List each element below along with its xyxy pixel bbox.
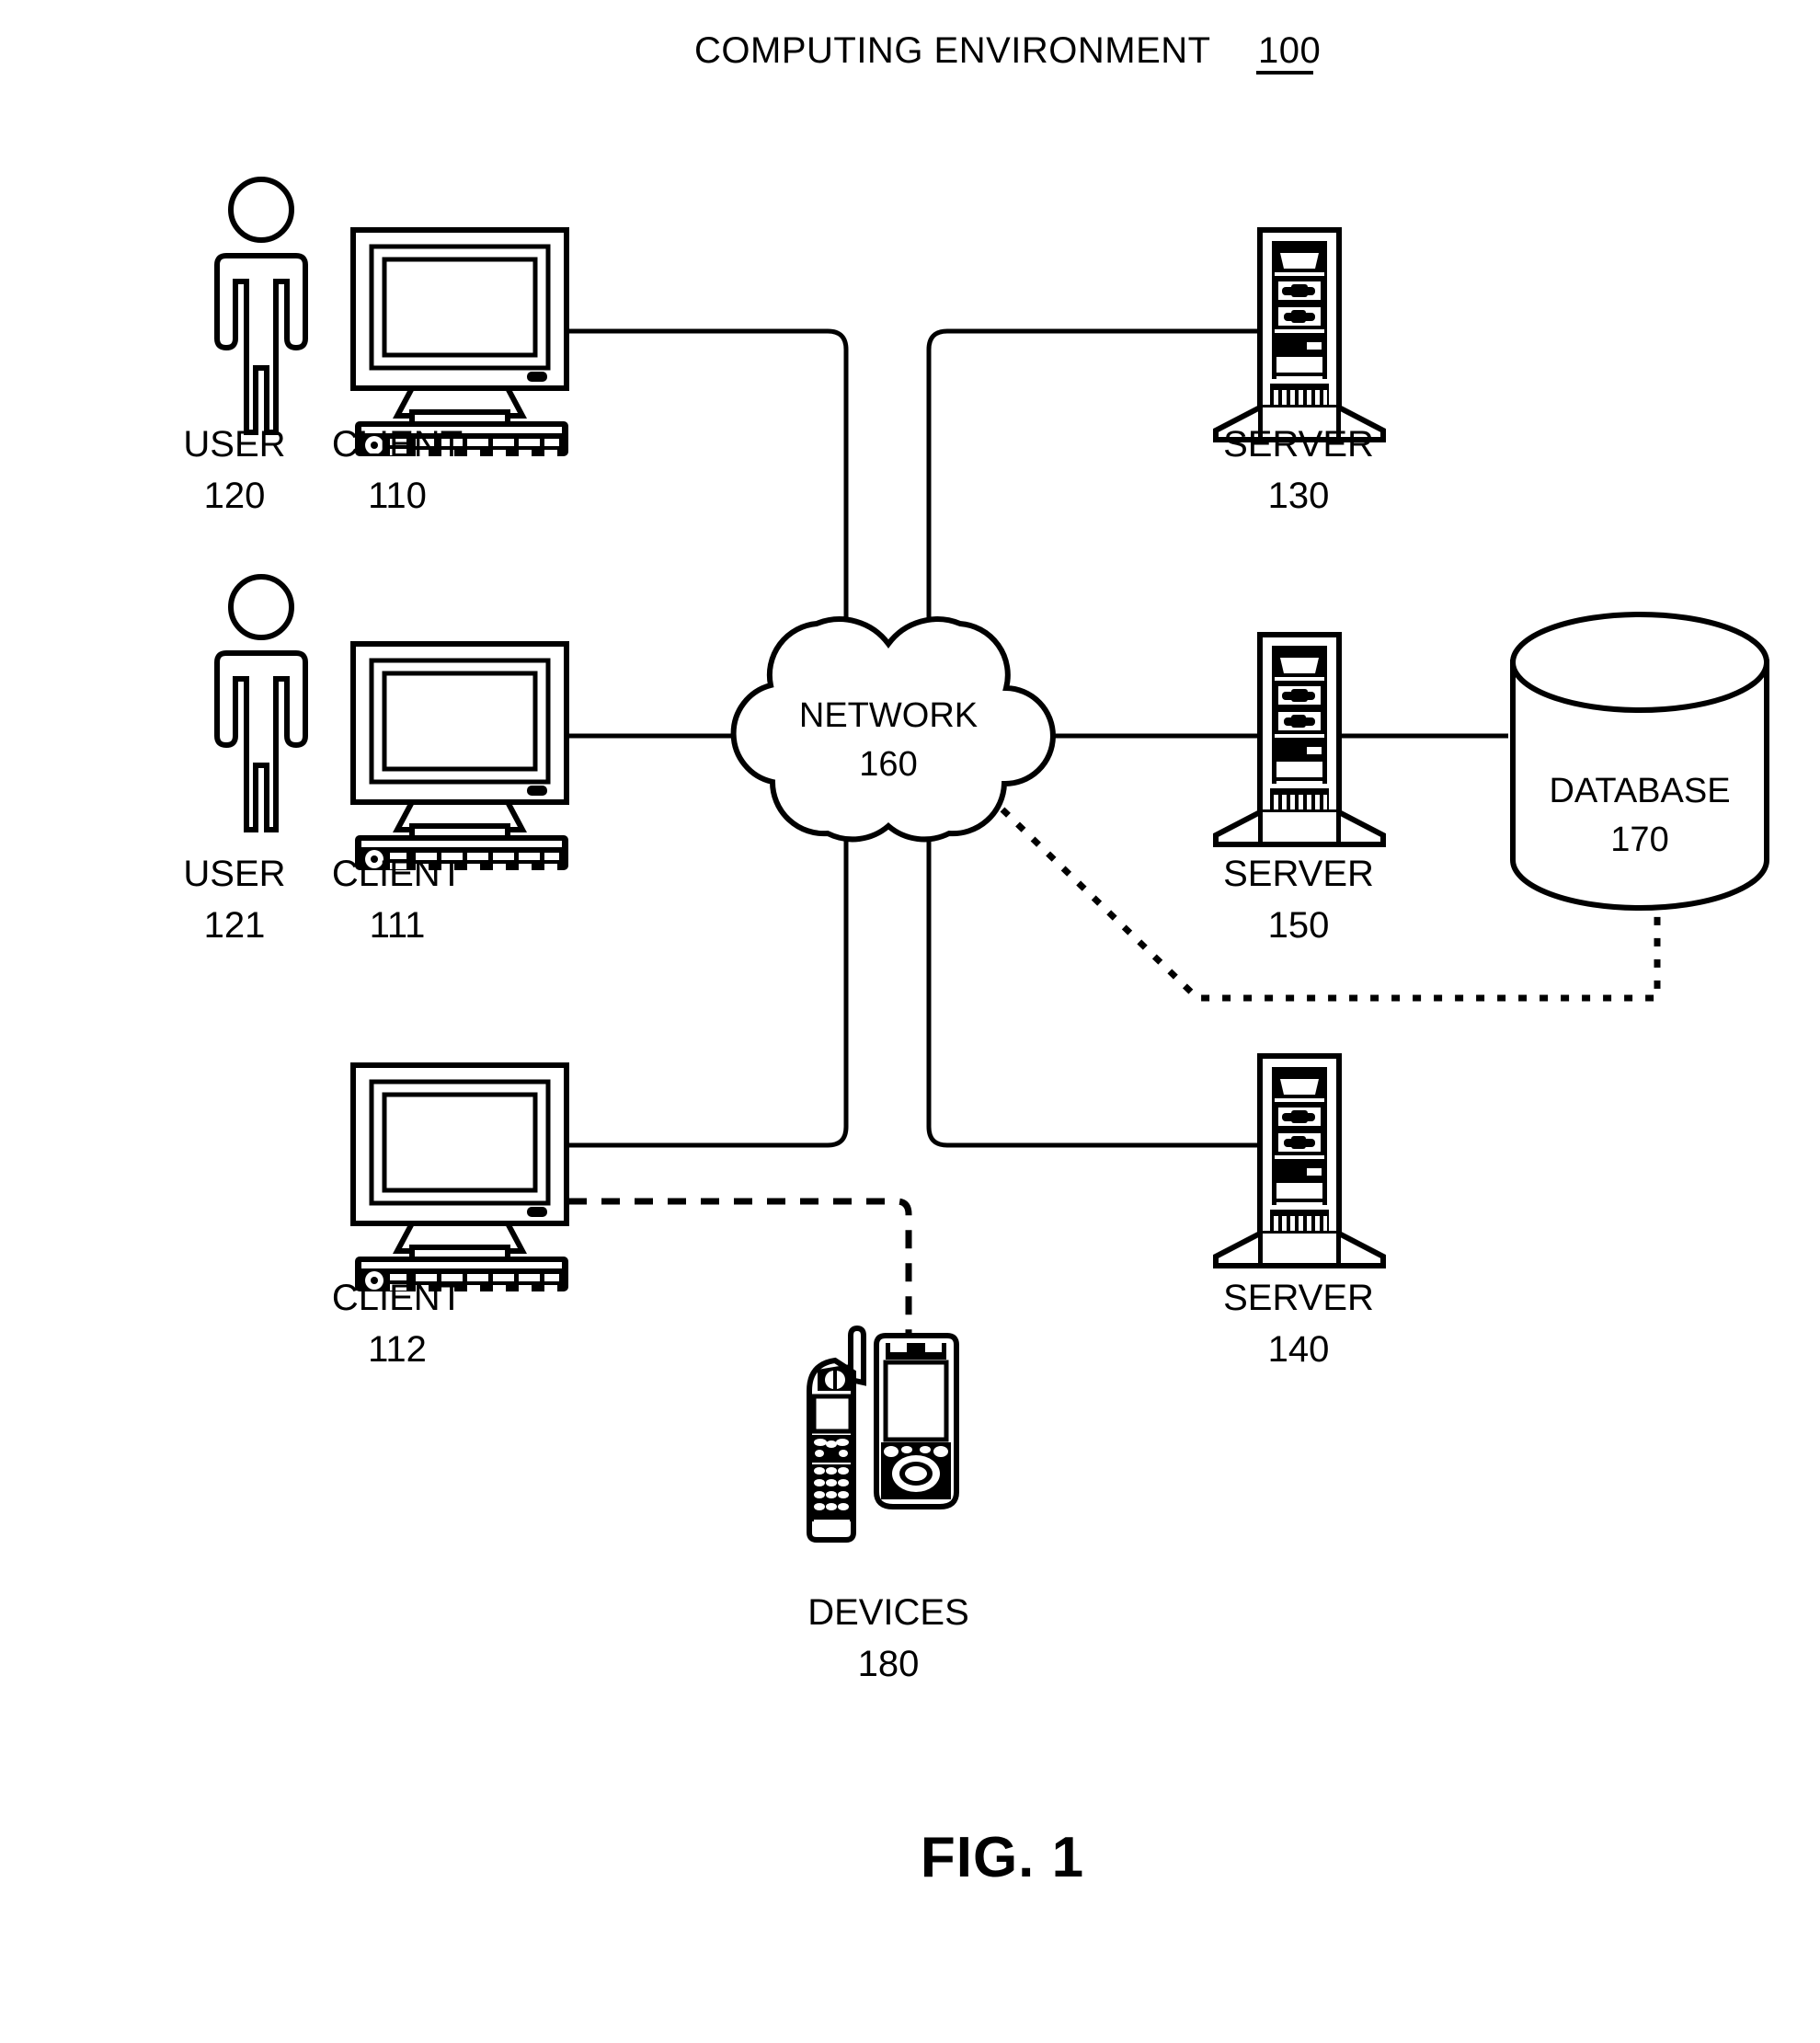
node-label-user-120: USER bbox=[183, 424, 285, 465]
figure-title-label: COMPUTING ENVIRONMENT bbox=[694, 30, 1211, 71]
node-number-user-121: 121 bbox=[204, 905, 266, 946]
node-label-user-121: USER bbox=[183, 854, 285, 894]
node-label-client-112: CLIENT bbox=[332, 1278, 463, 1318]
node-label-database-170: DATABASE bbox=[1549, 772, 1730, 810]
node-number-server-140: 140 bbox=[1268, 1329, 1330, 1370]
node-devices-180[interactable]: DEVICES 180 bbox=[807, 1325, 969, 1684]
node-server-130[interactable]: SERVER 130 bbox=[1213, 227, 1386, 516]
node-number-user-120: 120 bbox=[204, 476, 266, 516]
node-number-client-112: 112 bbox=[368, 1329, 427, 1370]
node-client-112[interactable]: CLIENT 112 bbox=[332, 1062, 569, 1370]
node-number-client-111: 111 bbox=[370, 905, 426, 946]
patent-figure-canvas: COMPUTING ENVIRONMENT 100 USER 120 CLIEN… bbox=[183, 30, 1769, 1889]
node-label-client-110: CLIENT bbox=[332, 424, 463, 465]
mobile-phone-icon bbox=[807, 1325, 866, 1543]
desktop-computer-icon bbox=[350, 1062, 569, 1292]
node-number-server-150: 150 bbox=[1268, 905, 1330, 946]
desktop-computer-icon bbox=[350, 641, 569, 871]
desktop-computer-icon bbox=[350, 227, 569, 457]
node-client-111[interactable]: CLIENT 111 bbox=[332, 641, 569, 946]
node-client-110[interactable]: CLIENT 110 bbox=[332, 227, 569, 516]
server-tower-icon bbox=[1213, 227, 1386, 442]
node-label-client-111: CLIENT bbox=[332, 854, 463, 894]
node-label-network-160: NETWORK bbox=[799, 696, 978, 735]
node-label-server-140: SERVER bbox=[1223, 1278, 1374, 1318]
connection-client110-to-network bbox=[568, 328, 849, 635]
connection-network-to-server130 bbox=[926, 328, 1299, 635]
figure-page: COMPUTING ENVIRONMENT 100 USER 120 CLIEN… bbox=[0, 0, 1820, 2043]
connection-client112-to-devices180-dashed bbox=[568, 1198, 912, 1336]
mobile-devices-icon bbox=[807, 1325, 959, 1543]
node-number-database-170: 170 bbox=[1610, 821, 1668, 859]
database-cylinder-icon bbox=[1510, 612, 1769, 911]
server-tower-icon bbox=[1213, 632, 1386, 847]
node-number-devices-180: 180 bbox=[858, 1644, 920, 1684]
node-label-server-130: SERVER bbox=[1223, 424, 1374, 465]
node-number-client-110: 110 bbox=[368, 476, 427, 516]
node-label-devices-180: DEVICES bbox=[807, 1592, 969, 1633]
node-database-170[interactable]: DATABASE 170 bbox=[1510, 612, 1769, 911]
node-number-server-130: 130 bbox=[1268, 476, 1330, 516]
node-server-150[interactable]: SERVER 150 bbox=[1213, 632, 1386, 946]
person-icon bbox=[214, 177, 308, 435]
person-icon bbox=[214, 574, 308, 832]
connection-lines bbox=[568, 328, 1661, 1336]
connection-client112-to-network bbox=[568, 828, 849, 1148]
node-user-120[interactable]: USER 120 bbox=[183, 177, 308, 516]
node-server-140[interactable]: SERVER 140 bbox=[1213, 1053, 1386, 1370]
node-number-network-160: 160 bbox=[859, 745, 917, 784]
server-tower-icon bbox=[1213, 1053, 1386, 1268]
figure-caption: FIG. 1 bbox=[921, 1826, 1084, 1889]
node-label-server-150: SERVER bbox=[1223, 854, 1374, 894]
figure-title-number: 100 bbox=[1258, 30, 1321, 71]
pda-icon bbox=[874, 1333, 959, 1509]
node-network-160[interactable]: NETWORK 160 bbox=[730, 616, 1056, 843]
node-user-121[interactable]: USER 121 bbox=[183, 574, 308, 946]
